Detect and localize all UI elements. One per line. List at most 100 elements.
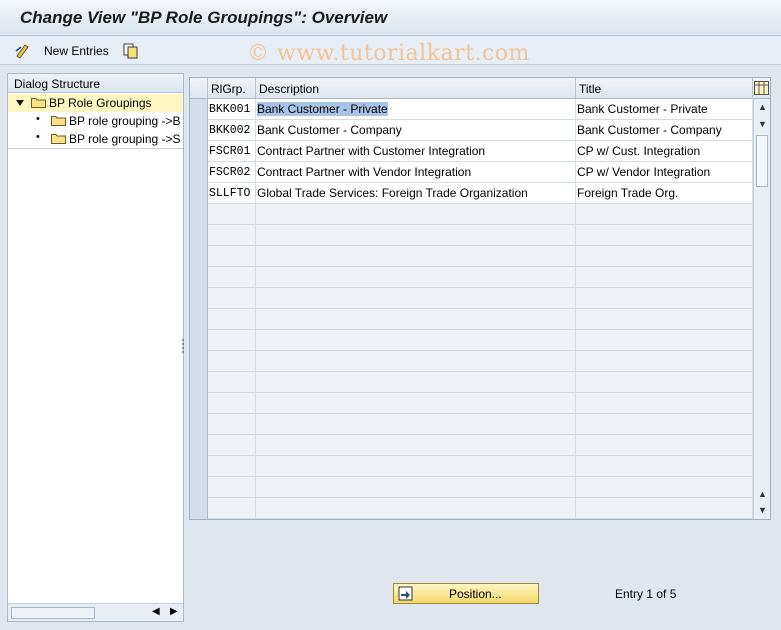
cell-rlgrp[interactable]	[208, 372, 256, 393]
cell-description[interactable]	[256, 204, 576, 225]
select-all-cell[interactable]	[190, 78, 208, 99]
row-selector[interactable]	[190, 435, 208, 456]
column-header-description[interactable]: Description	[256, 78, 576, 99]
cell-rlgrp[interactable]	[208, 246, 256, 267]
table-row[interactable]: FSCR02 Contract Partner with Vendor Integ…	[190, 162, 753, 183]
cell-description[interactable]	[256, 246, 576, 267]
cell-title[interactable]: Bank Customer - Company	[576, 120, 753, 141]
cell-rlgrp[interactable]	[208, 267, 256, 288]
cell-description[interactable]	[256, 498, 576, 519]
cell-title[interactable]: Bank Customer - Private	[576, 99, 753, 120]
cell-rlgrp[interactable]: FSCR02	[208, 162, 256, 183]
cell-title[interactable]	[576, 288, 753, 309]
cell-description[interactable]	[256, 414, 576, 435]
cell-description[interactable]	[256, 372, 576, 393]
cell-title[interactable]	[576, 309, 753, 330]
cell-rlgrp[interactable]: FSCR01	[208, 141, 256, 162]
cell-title[interactable]	[576, 225, 753, 246]
table-row[interactable]	[190, 372, 753, 393]
row-selector[interactable]	[190, 414, 208, 435]
table-row[interactable]: FSCR01 Contract Partner with Customer Int…	[190, 141, 753, 162]
cell-title[interactable]	[576, 372, 753, 393]
table-row[interactable]	[190, 225, 753, 246]
row-selector[interactable]	[190, 372, 208, 393]
cell-rlgrp[interactable]: BKK002	[208, 120, 256, 141]
cell-title[interactable]	[576, 498, 753, 519]
cell-description[interactable]	[256, 456, 576, 477]
cell-rlgrp[interactable]	[208, 477, 256, 498]
cell-title[interactable]: CP w/ Cust. Integration	[576, 141, 753, 162]
row-selector[interactable]	[190, 393, 208, 414]
scrollbar-thumb[interactable]	[11, 607, 95, 619]
cell-description[interactable]	[256, 225, 576, 246]
row-selector[interactable]	[190, 351, 208, 372]
row-selector[interactable]	[190, 225, 208, 246]
cell-title[interactable]	[576, 477, 753, 498]
cell-description[interactable]	[256, 351, 576, 372]
new-entries-button[interactable]: New Entries	[44, 44, 109, 58]
table-row[interactable]	[190, 435, 753, 456]
scroll-up-icon[interactable]: ▲	[758, 489, 767, 499]
cell-title[interactable]	[576, 435, 753, 456]
row-selector[interactable]	[190, 99, 208, 120]
scrollbar-thumb[interactable]	[756, 135, 768, 187]
cell-description[interactable]	[256, 267, 576, 288]
cell-rlgrp[interactable]: SLLFTO	[208, 183, 256, 204]
cell-rlgrp[interactable]	[208, 309, 256, 330]
tree-item-bp-role-groupings[interactable]: BP Role Groupings	[8, 94, 183, 112]
column-header-title[interactable]: Title	[576, 78, 753, 99]
cell-title[interactable]	[576, 330, 753, 351]
table-row[interactable]	[190, 246, 753, 267]
cell-description[interactable]	[256, 435, 576, 456]
column-settings-icon[interactable]	[754, 81, 769, 95]
edit-pencil-icon[interactable]	[14, 42, 32, 60]
table-row[interactable]: BKK001 Bank Customer - Private Bank Custom…	[190, 99, 753, 120]
scroll-right-icon[interactable]: ▶	[170, 606, 178, 617]
cell-description[interactable]: Global Trade Services: Foreign Trade Org…	[256, 183, 576, 204]
cell-description[interactable]	[256, 330, 576, 351]
tree-item-bp-role-grouping-b[interactable]: • BP role grouping ->B	[8, 112, 183, 130]
table-row[interactable]	[190, 204, 753, 225]
table-row[interactable]	[190, 498, 753, 519]
cell-title[interactable]	[576, 204, 753, 225]
cell-description[interactable]: Contract Partner with Customer Integrati…	[256, 141, 576, 162]
cell-rlgrp[interactable]	[208, 498, 256, 519]
cell-description[interactable]	[256, 288, 576, 309]
cell-description[interactable]	[256, 309, 576, 330]
table-row[interactable]: SLLFTO Global Trade Services: Foreign Tra…	[190, 183, 753, 204]
splitter-handle-icon[interactable]	[181, 337, 185, 357]
cell-description[interactable]: Bank Customer - Private	[256, 99, 576, 120]
cell-title[interactable]	[576, 246, 753, 267]
cell-description[interactable]: Bank Customer - Company	[256, 120, 576, 141]
cell-rlgrp[interactable]	[208, 204, 256, 225]
cell-rlgrp[interactable]	[208, 435, 256, 456]
row-selector[interactable]	[190, 246, 208, 267]
row-selector[interactable]	[190, 456, 208, 477]
scroll-up-page-icon[interactable]: ▼	[758, 119, 767, 129]
cell-rlgrp[interactable]	[208, 414, 256, 435]
row-selector[interactable]	[190, 477, 208, 498]
position-button[interactable]: Position...	[393, 583, 539, 604]
cell-rlgrp[interactable]	[208, 330, 256, 351]
table-row[interactable]	[190, 288, 753, 309]
vertical-scrollbar[interactable]: ▲ ▼ ▲ ▼	[753, 99, 770, 519]
cell-title[interactable]	[576, 267, 753, 288]
cell-description[interactable]	[256, 393, 576, 414]
table-row[interactable]	[190, 456, 753, 477]
cell-title[interactable]	[576, 393, 753, 414]
scroll-left-icon[interactable]: ◀	[152, 606, 160, 617]
row-selector[interactable]	[190, 162, 208, 183]
cell-rlgrp[interactable]	[208, 225, 256, 246]
row-selector[interactable]	[190, 183, 208, 204]
expand-triangle-icon[interactable]	[16, 99, 24, 107]
tree-item-bp-role-grouping-s[interactable]: • BP role grouping ->S	[8, 130, 183, 148]
cell-rlgrp[interactable]: BKK001	[208, 99, 256, 120]
cell-description[interactable]: Contract Partner with Vendor Integration	[256, 162, 576, 183]
cell-title[interactable]	[576, 414, 753, 435]
horizontal-scrollbar[interactable]: ◀ ▶	[8, 603, 183, 621]
table-row[interactable]: BKK002 Bank Customer - Company Bank Custom…	[190, 120, 753, 141]
cell-rlgrp[interactable]	[208, 456, 256, 477]
scroll-up-icon[interactable]: ▲	[758, 102, 767, 112]
table-row[interactable]	[190, 267, 753, 288]
scroll-down-icon[interactable]: ▼	[758, 505, 767, 515]
